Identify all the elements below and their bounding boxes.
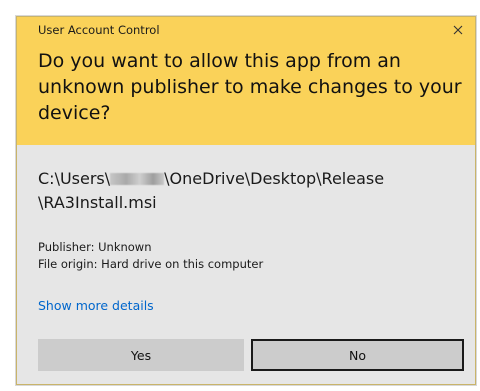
path-suffix: \OneDrive\Desktop\Release	[164, 169, 385, 188]
show-more-details-link[interactable]: Show more details	[38, 298, 154, 313]
redacted-username	[110, 173, 165, 185]
close-button[interactable]	[447, 19, 469, 41]
app-metadata: Publisher: Unknown File origin: Hard dri…	[38, 239, 263, 273]
window-title: User Account Control	[38, 23, 160, 37]
yes-button[interactable]: Yes	[38, 339, 244, 371]
uac-dialog: User Account Control Do you want to allo…	[16, 16, 476, 385]
close-icon	[453, 25, 463, 35]
dialog-header: User Account Control Do you want to allo…	[17, 17, 475, 145]
publisher-label: Publisher: Unknown	[38, 240, 152, 254]
no-button[interactable]: No	[251, 339, 464, 371]
file-origin-label: File origin: Hard drive on this computer	[38, 257, 264, 271]
prompt-question: Do you want to allow this app from an un…	[38, 50, 462, 124]
path-filename: \RA3Install.msi	[38, 193, 157, 212]
app-path: C:\Users\ \OneDrive\Desktop\Release \RA3I…	[38, 167, 463, 215]
path-prefix: C:\Users\	[38, 169, 111, 188]
